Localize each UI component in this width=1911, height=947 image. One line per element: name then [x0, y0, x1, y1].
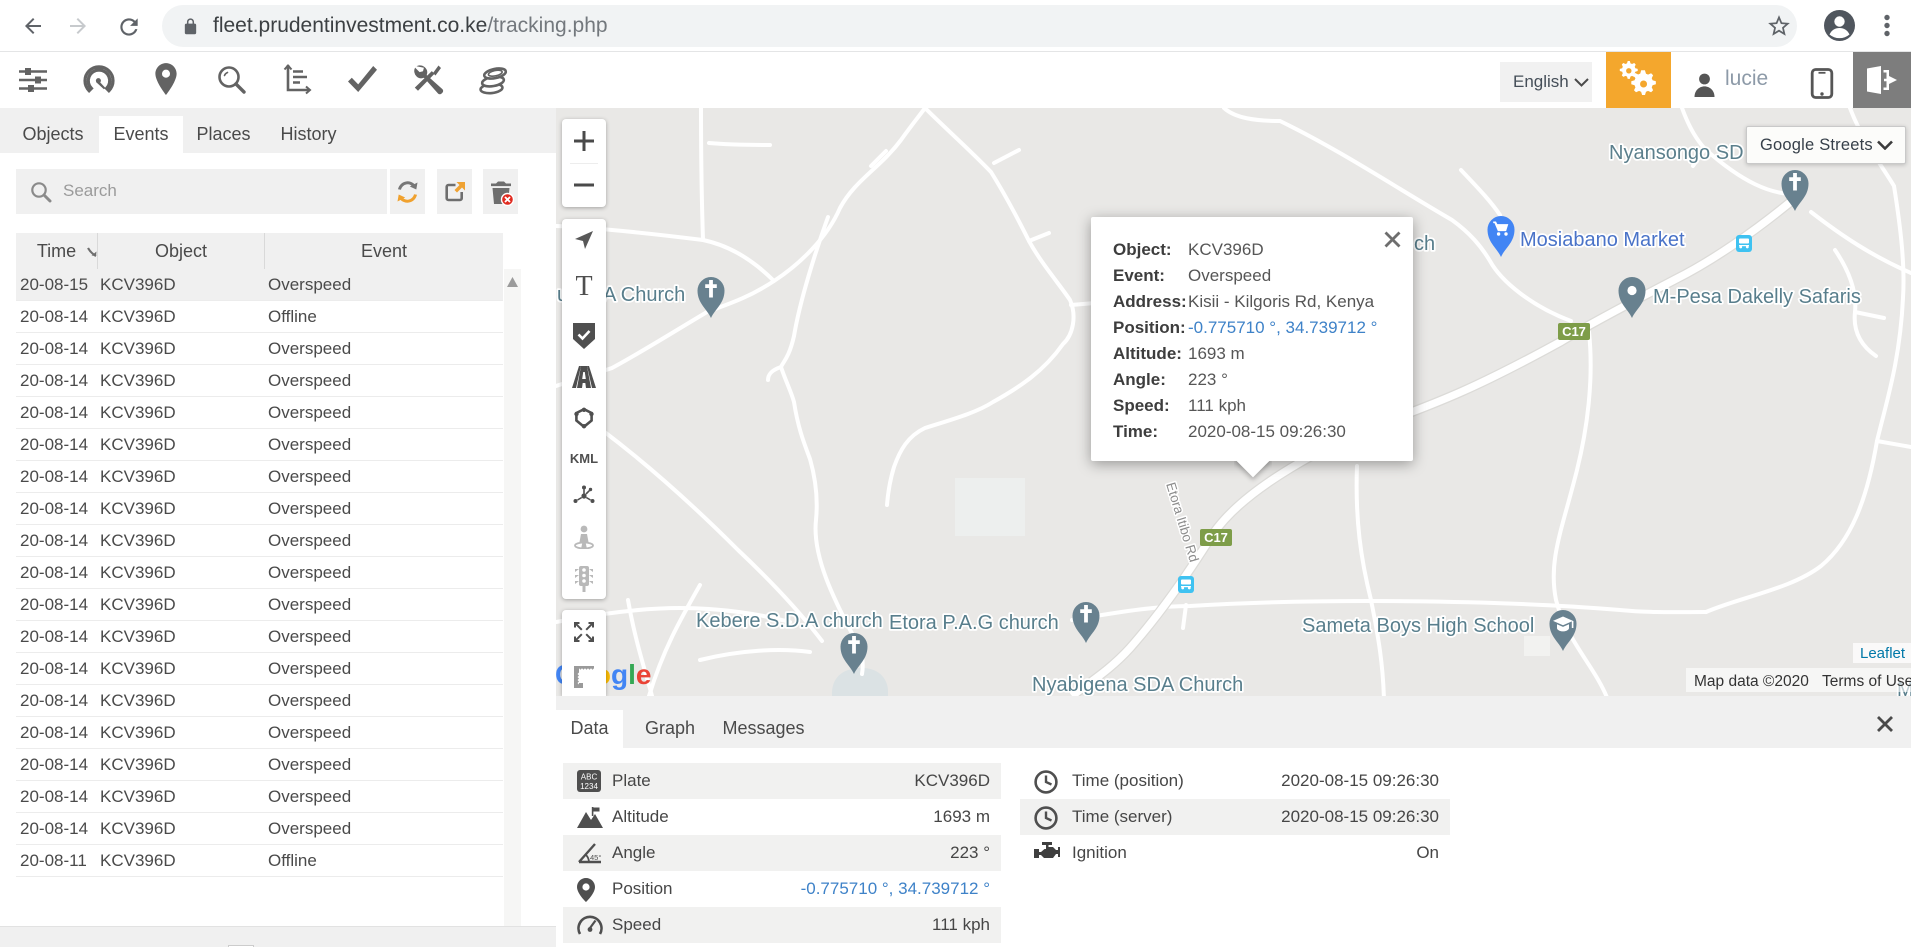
- svg-text:ch: ch: [1414, 233, 1435, 255]
- svg-text:A Church: A Church: [603, 284, 685, 306]
- svg-text:Map data ©2020: Map data ©2020: [1694, 673, 1809, 690]
- svg-text:C17: C17: [1562, 324, 1586, 339]
- svg-text:Mosiabano Market: Mosiabano Market: [1520, 229, 1685, 251]
- svg-text:45°: 45°: [590, 853, 601, 862]
- svg-text:Sameta Boys High School: Sameta Boys High School: [1302, 615, 1534, 637]
- svg-text:Etora Itibo Rd: Etora Itibo Rd: [1163, 480, 1201, 563]
- svg-text:1234: 1234: [580, 782, 598, 791]
- svg-text:ABC: ABC: [581, 773, 598, 782]
- svg-text:C17: C17: [1204, 530, 1228, 545]
- svg-text:Nyansongo SD: Nyansongo SD: [1609, 142, 1744, 164]
- svg-text:M-Pesa Dakelly Safaris: M-Pesa Dakelly Safaris: [1653, 286, 1861, 308]
- svg-text:Nyabigena SDA Church: Nyabigena SDA Church: [1032, 674, 1243, 696]
- svg-text:Terms of Use: Terms of Use: [1822, 673, 1911, 690]
- svg-text:Leaflet: Leaflet: [1860, 645, 1906, 662]
- svg-text:Kebere S.D.A church: Kebere S.D.A church: [696, 610, 883, 632]
- svg-text:Etora P.A.G church: Etora P.A.G church: [889, 612, 1059, 634]
